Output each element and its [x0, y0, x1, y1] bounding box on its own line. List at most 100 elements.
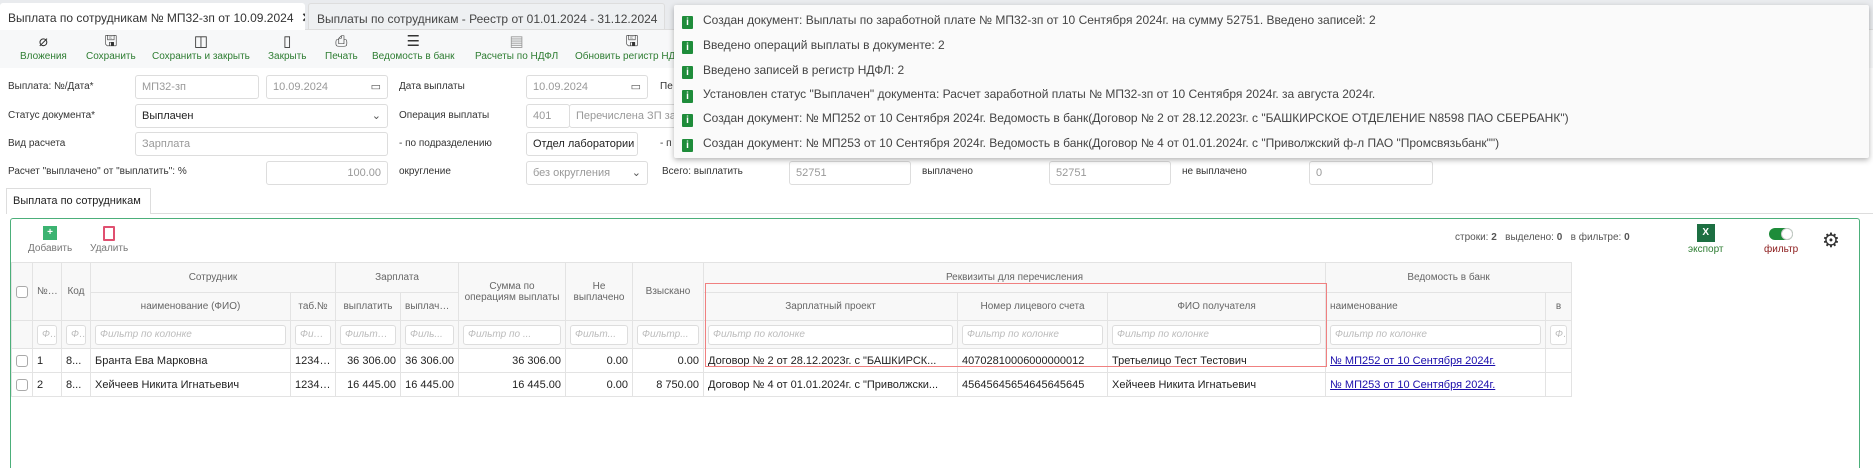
- bank-sheet-button[interactable]: ☰ Ведомость в банк: [372, 33, 454, 62]
- calc-type-input[interactable]: Зарплата: [135, 132, 388, 156]
- pay-date-input[interactable]: 10.09.2024 ▭: [526, 75, 648, 99]
- select-all-checkbox[interactable]: [16, 285, 28, 298]
- chevron-down-icon: ⌄: [371, 110, 381, 122]
- calendar-icon[interactable]: ▭: [631, 80, 641, 93]
- tab-employee-payments[interactable]: Выплата по сотрудникам: [6, 188, 151, 214]
- col-next[interactable]: в: [1545, 292, 1573, 321]
- header-label: № п/п: [37, 286, 62, 297]
- cell-account: 45645645654645645645: [957, 372, 1109, 397]
- filter-tab-input[interactable]: Филь...: [295, 324, 331, 345]
- filter-cell: Фильтр по ...: [458, 320, 567, 349]
- filter-sheet-input[interactable]: Фильтр по колонке: [1330, 324, 1542, 345]
- status-select[interactable]: Выплачен ⌄: [135, 104, 388, 128]
- dept-label: - по подразделению: [399, 138, 492, 149]
- update-ndfl-button[interactable]: 🖫 Обновить регистр НДФЛ: [575, 33, 689, 62]
- close-icon[interactable]: ✕: [302, 10, 305, 25]
- notification-text: Создан документ: № МП253 от 10 Сентября …: [703, 136, 1500, 150]
- total-label: Всего: выплатить: [662, 166, 743, 177]
- filter-toggle[interactable]: фильтр: [1764, 228, 1798, 255]
- total-input[interactable]: 52751: [789, 161, 911, 185]
- col-paid[interactable]: выплачено: [399, 292, 460, 321]
- info-icon: i: [682, 16, 693, 29]
- rows-label: строки:: [1455, 232, 1489, 243]
- table-row[interactable]: 2 8... Хейчеев Никита Игнатьевич 123412.…: [11, 372, 1573, 397]
- bank-sheet-link[interactable]: № МП253 от 10 Сентября 2024г.: [1330, 379, 1495, 391]
- filter-recovered-input[interactable]: Фильтр...: [637, 324, 700, 345]
- filter-unpaid-input[interactable]: Фильт...: [570, 324, 629, 345]
- cell-recovered: 0.00: [632, 348, 705, 373]
- divider: [151, 213, 1873, 214]
- col-unpaid[interactable]: Не выплачено: [565, 262, 634, 321]
- filter-paid-input[interactable]: Филь...: [405, 324, 455, 345]
- filter-num-input[interactable]: Ф..: [37, 324, 57, 345]
- toggle-switch[interactable]: [1769, 228, 1794, 240]
- tab-payments-registry[interactable]: Выплаты по сотрудникам - Реестр от 01.01…: [308, 3, 665, 30]
- filter-to-pay-input[interactable]: Фильтр ...: [340, 324, 396, 345]
- filtered-label: в фильтре:: [1570, 232, 1622, 243]
- export-button[interactable]: Xэкспорт: [1688, 224, 1724, 255]
- floppy-icon: 🖫: [625, 33, 639, 50]
- close-button[interactable]: ▯ Закрыть: [268, 33, 307, 62]
- tab-label: Выплата по сотрудникам № МП32-зп от 10.0…: [8, 11, 294, 25]
- cell-next: [1545, 372, 1573, 397]
- filter-cell: Филь...: [290, 320, 336, 349]
- unpaid-input[interactable]: 0: [1309, 161, 1433, 185]
- group-bank-sheet: Ведомость в банк: [1325, 262, 1573, 293]
- door-icon: ◫: [193, 33, 209, 50]
- print-button[interactable]: ⎙ Печать: [325, 33, 358, 62]
- filter-cell: Филь...: [399, 320, 460, 349]
- col-recovered[interactable]: Взыскано: [632, 262, 705, 321]
- row-checkbox[interactable]: [16, 354, 28, 367]
- tab-payment-document[interactable]: Выплата по сотрудникам № МП32-зп от 10.0…: [0, 3, 305, 30]
- filter-ops-input[interactable]: Фильтр по ...: [463, 324, 562, 345]
- paid-input[interactable]: 52751: [1049, 161, 1171, 185]
- label: экспорт: [1688, 244, 1724, 255]
- rounding-select[interactable]: без округления ⌄: [526, 161, 648, 185]
- cell-tab: 123412...: [290, 348, 336, 373]
- filter-cell: Фильтр ...: [335, 320, 401, 349]
- save-close-button[interactable]: ◫ Сохранить и закрыть: [152, 33, 250, 62]
- save-button[interactable]: 🖫 Сохранить: [86, 33, 136, 62]
- operation-name-input[interactable]: Перечислена ЗП за: [569, 104, 679, 128]
- gear-icon[interactable]: ⚙: [1822, 228, 1840, 253]
- filter-cell: Ф..: [32, 320, 62, 349]
- filter-code-input[interactable]: Ф..: [66, 324, 86, 345]
- calc-type-label: Вид расчета: [8, 138, 66, 149]
- tab-label: Выплаты по сотрудникам - Реестр от 01.01…: [317, 12, 658, 26]
- cell-ops: 16 445.00: [458, 372, 567, 397]
- plus-icon: +: [43, 226, 58, 240]
- filter-fio-input[interactable]: Фильтр по колонке: [95, 324, 286, 345]
- col-sheet-name[interactable]: наименование: [1325, 292, 1547, 321]
- value: 100.00: [347, 167, 381, 179]
- clipboard-icon: ▤: [509, 33, 524, 50]
- dept-input[interactable]: Отдел лаборатории: [526, 132, 638, 156]
- row-checkbox[interactable]: [16, 378, 28, 391]
- col-tab[interactable]: таб.№: [290, 292, 336, 321]
- grid-stats: строки: 2 выделено: 0 в фильтре: 0: [1455, 232, 1630, 243]
- percent-input[interactable]: 100.00: [266, 161, 388, 185]
- bank-sheet-link[interactable]: № МП252 от 10 Сентября 2024г.: [1330, 355, 1495, 367]
- label: Добавить: [28, 243, 73, 254]
- col-to-pay[interactable]: выплатить: [335, 292, 401, 321]
- select-all-cell: [11, 262, 33, 321]
- cell-unpaid: 0.00: [565, 348, 634, 373]
- cell-sheet: № МП253 от 10 Сентября 2024г.: [1325, 372, 1547, 397]
- operation-code-input[interactable]: 401: [526, 104, 570, 128]
- cell-fio: Хейчеев Никита Игнатьевич: [90, 372, 291, 397]
- calendar-icon[interactable]: ▭: [371, 80, 381, 93]
- number-input[interactable]: МП32-зп: [135, 75, 259, 99]
- date-input[interactable]: 10.09.2024 ▭: [266, 75, 388, 99]
- col-ops-sum[interactable]: Сумма по операциям выплаты: [458, 262, 567, 321]
- col-fio[interactable]: наименование (ФИО): [90, 292, 291, 321]
- selected-count: 0: [1556, 232, 1563, 243]
- cell-recovered: 8 750.00: [632, 372, 705, 397]
- col-code[interactable]: Код: [61, 262, 91, 321]
- add-button[interactable]: + Добавить: [28, 226, 72, 254]
- ndfl-button[interactable]: ▤ Расчеты по НДФЛ: [475, 33, 558, 62]
- delete-button[interactable]: Удалить: [90, 226, 128, 254]
- col-num[interactable]: № п/п ▲: [32, 262, 62, 321]
- attachments-button[interactable]: ⌀ Вложения: [20, 33, 67, 62]
- cell-recipient: Хейчеев Никита Игнатьевич: [1107, 372, 1327, 397]
- value: 52751: [796, 167, 827, 179]
- filter-next-input[interactable]: Фи: [1550, 324, 1568, 345]
